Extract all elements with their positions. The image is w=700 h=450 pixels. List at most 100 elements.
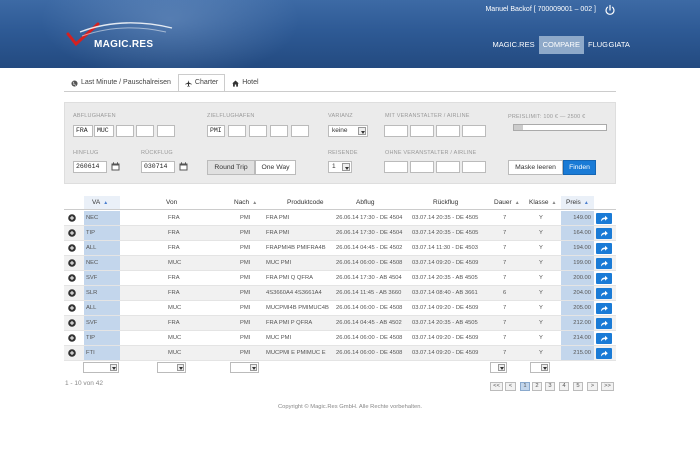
expand-plus-icon[interactable]: [68, 334, 76, 342]
cell-va: ALL: [84, 301, 120, 315]
table-row[interactable]: TIP MUC PMI MUC PMI 26.06.14 06:00 - DE …: [64, 331, 616, 346]
mit-veranstalter-field-2[interactable]: [410, 125, 434, 137]
col-header-va[interactable]: VA ▲: [92, 199, 108, 206]
table-header: VA ▲ Von Nach ▲ Produktcode Abflug Rückflu…: [64, 196, 616, 210]
mit-veranstalter-field-4[interactable]: [462, 125, 486, 137]
abflughafen-field-3[interactable]: [116, 125, 134, 137]
cell-produktcode: FRAPMI4B PMIFRA4B: [266, 245, 326, 251]
col-header-dauer[interactable]: Dauer ▲: [494, 199, 520, 206]
col-header-abflug[interactable]: Abflug: [356, 199, 374, 206]
page-3-button[interactable]: 3: [545, 382, 555, 391]
expand-plus-icon[interactable]: [68, 289, 76, 297]
page-first-button[interactable]: <<: [490, 382, 503, 391]
select-offer-button[interactable]: [596, 333, 612, 344]
abflughafen-field-1[interactable]: FRA: [73, 125, 93, 137]
sort-icon: ▲: [551, 200, 557, 206]
table-row[interactable]: SVF FRA PMI FRA PMI P QFRA 26.06.14 04:4…: [64, 316, 616, 331]
slider-handle[interactable]: [514, 125, 523, 130]
abflughafen-field-4[interactable]: [136, 125, 154, 137]
calendar-icon[interactable]: [111, 162, 120, 171]
select-offer-button[interactable]: [596, 243, 612, 254]
col-header-preis[interactable]: Preis ▲: [566, 199, 589, 206]
cell-von: MUC: [168, 350, 182, 356]
zielflughafen-field-1[interactable]: PMI: [207, 125, 225, 137]
user-info[interactable]: Manuel Backof [ 700009001 – 002 ]: [485, 6, 596, 13]
table-row[interactable]: SVF FRA PMI FRA PMI Q QFRA 26.06.14 17:3…: [64, 271, 616, 286]
ohne-veranstalter-field-1[interactable]: [384, 161, 408, 173]
find-button[interactable]: Finden: [563, 160, 596, 175]
col-header-klasse[interactable]: Klasse ▲: [529, 199, 556, 206]
mit-veranstalter-field-1[interactable]: [384, 125, 408, 137]
zielflughafen-field-5[interactable]: [291, 125, 309, 137]
tab-charter[interactable]: Charter: [177, 74, 226, 92]
filter-nach-select[interactable]: [230, 362, 259, 373]
expand-plus-icon[interactable]: [68, 214, 76, 222]
table-row[interactable]: FTI MUC PMI MUCPMI E PMIMUC E 26.06.14 0…: [64, 346, 616, 361]
calendar-icon[interactable]: [179, 162, 188, 171]
zielflughafen-field-4[interactable]: [270, 125, 288, 137]
expand-plus-icon[interactable]: [68, 319, 76, 327]
zielflughafen-field-2[interactable]: [228, 125, 246, 137]
expand-plus-icon[interactable]: [68, 304, 76, 312]
table-row[interactable]: NEC MUC PMI MUC PMI 26.06.14 06:00 - DE …: [64, 256, 616, 271]
expand-plus-icon[interactable]: [68, 274, 76, 282]
filter-dauer-select[interactable]: [490, 362, 507, 373]
filter-von-select[interactable]: [157, 362, 186, 373]
expand-plus-icon[interactable]: [68, 349, 76, 357]
filter-klasse-select[interactable]: [530, 362, 550, 373]
cell-rueckflug: 03.07.14 09:20 - DE 4509: [412, 260, 479, 266]
page-next-button[interactable]: >: [587, 382, 598, 391]
varianz-select[interactable]: keine: [328, 125, 368, 137]
select-offer-button[interactable]: [596, 273, 612, 284]
expand-plus-icon[interactable]: [68, 229, 76, 237]
page-4-button[interactable]: 4: [559, 382, 569, 391]
col-header-produktcode[interactable]: Produktcode: [287, 199, 324, 206]
page-last-button[interactable]: >>: [601, 382, 614, 391]
table-row[interactable]: ALL FRA PMI FRAPMI4B PMIFRA4B 26.06.14 0…: [64, 241, 616, 256]
select-offer-button[interactable]: [596, 348, 612, 359]
select-offer-button[interactable]: [596, 318, 612, 329]
rueckflug-field[interactable]: 030714: [141, 161, 175, 173]
ohne-veranstalter-field-2[interactable]: [410, 161, 434, 173]
select-offer-button[interactable]: [596, 213, 612, 224]
nav-compare[interactable]: COMPARE: [538, 36, 584, 54]
tab-last-minute[interactable]: Last Minute / Pauschalreisen: [64, 74, 178, 92]
round-trip-button[interactable]: Round Trip: [207, 160, 255, 175]
filter-va-select[interactable]: [83, 362, 119, 373]
abflughafen-field-2[interactable]: MUC: [94, 125, 114, 137]
select-offer-button[interactable]: [596, 288, 612, 299]
ohne-veranstalter-field-3[interactable]: [436, 161, 460, 173]
cell-klasse: Y: [539, 245, 543, 251]
power-icon[interactable]: [604, 4, 616, 16]
page-5-button[interactable]: 5: [573, 382, 583, 391]
select-offer-button[interactable]: [596, 258, 612, 269]
mit-veranstalter-field-3[interactable]: [436, 125, 460, 137]
cell-abflug: 26.06.14 06:00 - DE 4508: [336, 305, 403, 311]
col-header-nach[interactable]: Nach ▲: [234, 199, 257, 206]
tab-hotel[interactable]: Hotel: [225, 74, 265, 92]
page-1-button[interactable]: 1: [520, 382, 530, 391]
nav-magic-res[interactable]: MAGIC.RES: [489, 36, 539, 54]
preislimit-slider[interactable]: [513, 124, 607, 131]
col-header-rueckflug[interactable]: Rückflug: [433, 199, 458, 206]
table-row[interactable]: TIP FRA PMI FRA PMI 26.06.14 17:30 - DE …: [64, 226, 616, 241]
ohne-veranstalter-field-4[interactable]: [462, 161, 486, 173]
col-header-von[interactable]: Von: [166, 199, 177, 206]
one-way-button[interactable]: One Way: [255, 160, 296, 175]
table-row[interactable]: NEC FRA PMI FRA PMI 26.06.14 17:30 - DE …: [64, 211, 616, 226]
expand-plus-icon[interactable]: [68, 259, 76, 267]
table-row[interactable]: SLR FRA PMI 4S3660A4 4S3661A4 26.06.14 1…: [64, 286, 616, 301]
page-2-button[interactable]: 2: [532, 382, 542, 391]
reisende-select[interactable]: 1: [328, 161, 352, 173]
zielflughafen-field-3[interactable]: [249, 125, 267, 137]
nav-giata[interactable]: GIATA: [605, 36, 634, 54]
select-offer-button[interactable]: [596, 228, 612, 239]
clear-form-button[interactable]: Maske leeren: [508, 160, 563, 175]
table-row[interactable]: ALL MUC PMI MUCPMI4B PMIMUC4B 26.06.14 0…: [64, 301, 616, 316]
abflughafen-field-5[interactable]: [157, 125, 175, 137]
expand-plus-icon[interactable]: [68, 244, 76, 252]
hinflug-field[interactable]: 260614: [73, 161, 107, 173]
select-offer-button[interactable]: [596, 303, 612, 314]
cell-produktcode: MUCPMI E PMIMUC E: [266, 350, 326, 356]
page-prev-button[interactable]: <: [505, 382, 516, 391]
